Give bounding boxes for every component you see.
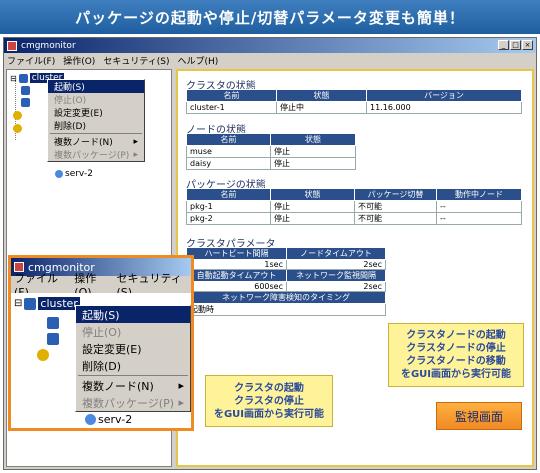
top-banner: パッケージの起動や停止/切替パラメータ変更も簡単！ xyxy=(0,0,540,34)
col-header: 動作中ノード xyxy=(436,188,522,201)
zoom-menu-item-delete[interactable]: 削除(D) xyxy=(76,357,190,374)
zoom-tree-root[interactable]: ⊟ cluster xyxy=(14,297,80,310)
menu-item-edit[interactable]: 設定変更(E) xyxy=(48,106,144,119)
cluster-status-table: 名前 状態 バージョン cluster-1 停止中 11.16.000 xyxy=(186,89,522,114)
menu-operation[interactable]: 操作(O) xyxy=(63,54,95,67)
context-menu: 起動(S) 停止(O) 設定変更(E) 削除(D) 複数ノード(N) ▸ 複数パッ… xyxy=(47,79,145,162)
submenu-arrow-icon: ▸ xyxy=(178,379,184,392)
zoom-menu-item-stop[interactable]: 停止(O) xyxy=(76,323,190,340)
tree-leaf[interactable]: serv-2 xyxy=(55,169,93,179)
zoom-inset: cmgmonitor ファイル(F) 操作(O) セキュリティ(S) ⊟ clu… xyxy=(8,255,194,431)
col-header: 状態 xyxy=(270,188,355,201)
tree-package-item[interactable] xyxy=(13,124,22,133)
zoom-menu-item-edit[interactable]: 設定変更(E) xyxy=(76,340,190,357)
minimize-button[interactable]: _ xyxy=(498,40,509,50)
zoom-tree-package-group[interactable] xyxy=(37,349,49,361)
serv-icon xyxy=(55,170,63,178)
node-icon xyxy=(21,98,30,107)
window-title: cmgmonitor xyxy=(21,40,76,51)
table-row: pkg-1 停止 不可能 -- xyxy=(186,200,522,213)
zoom-context-menu: 起動(S) 停止(O) 設定変更(E) 削除(D) 複数ノード(N) ▸ 複数パッ… xyxy=(75,305,191,412)
col-header: 名前 xyxy=(186,89,277,102)
banner-text: パッケージの起動や停止/切替パラメータ変更も簡単！ xyxy=(75,8,465,27)
tree-leaf-label[interactable]: serv-2 xyxy=(65,169,93,179)
app-logo-icon xyxy=(7,40,17,51)
zoom-tree-panel: ⊟ cluster serv-2 起動(S) 停止(O) 設定変更(E) 削除(… xyxy=(11,293,191,428)
col-header: パッケージ切替 xyxy=(354,188,437,201)
cluster-icon xyxy=(24,297,37,310)
menu-item-stop[interactable]: 停止(O) xyxy=(48,93,144,106)
monitor-screen-button[interactable]: 監視画面 xyxy=(436,402,522,430)
menu-help[interactable]: ヘルプ(H) xyxy=(178,54,219,67)
zoom-tree-node-1[interactable] xyxy=(47,317,59,329)
zoom-tree-node-2[interactable] xyxy=(47,333,59,345)
col-header: 状態 xyxy=(276,89,367,102)
package-icon xyxy=(37,349,49,361)
col-header: 状態 xyxy=(270,133,356,146)
callout-cluster: クラスタの起動 クラスタの停止 をGUI画面から実行可能 xyxy=(205,375,333,427)
menu-file[interactable]: ファイル(F) xyxy=(7,54,55,67)
node-icon xyxy=(47,333,59,345)
zoom-menu-item-multi-package[interactable]: 複数パッケージ(P) ▸ xyxy=(76,394,190,411)
zoom-menu-item-multi-node[interactable]: 複数ノード(N) ▸ xyxy=(76,377,190,394)
zoom-menu-item-start[interactable]: 起動(S) xyxy=(76,306,190,323)
package-icon xyxy=(13,124,22,133)
menu-bar: ファイル(F) 操作(O) セキュリティ(S) ヘルプ(H) xyxy=(4,53,536,67)
zoom-tree-root-label[interactable]: cluster xyxy=(38,297,80,310)
zoom-menu-bar: ファイル(F) 操作(O) セキュリティ(S) xyxy=(11,272,191,299)
tree-node-2[interactable] xyxy=(21,98,30,107)
tree-package-group[interactable] xyxy=(13,111,22,120)
close-button[interactable]: × xyxy=(522,40,533,50)
node-status-table: 名前 状態 muse 停止 daisy 停止 xyxy=(186,133,356,170)
table-row: 起動時 xyxy=(186,303,386,316)
package-status-table: 名前 状態 パッケージ切替 動作中ノード pkg-1 停止 不可能 -- pkg-2 停… xyxy=(186,188,522,225)
submenu-arrow-icon: ▸ xyxy=(133,136,138,147)
collapse-icon[interactable]: ⊟ xyxy=(10,74,17,83)
menu-separator xyxy=(78,375,188,376)
menu-item-delete[interactable]: 削除(D) xyxy=(48,119,144,132)
cluster-icon xyxy=(18,73,28,83)
zoom-tree-leaf-label[interactable]: serv-2 xyxy=(98,413,132,426)
collapse-icon[interactable]: ⊟ xyxy=(14,298,22,309)
menu-item-start[interactable]: 起動(S) xyxy=(48,80,144,93)
submenu-arrow-icon: ▸ xyxy=(178,396,184,409)
menu-item-multi-node[interactable]: 複数ノード(N) ▸ xyxy=(48,135,144,149)
serv-icon xyxy=(85,414,96,425)
menu-security[interactable]: セキュリティ(S) xyxy=(103,54,169,67)
menu-item-multi-package[interactable]: 複数パッケージ(P) ▸ xyxy=(48,148,144,162)
node-icon xyxy=(21,86,30,95)
col-header: バージョン xyxy=(366,89,522,102)
menu-separator xyxy=(50,133,142,134)
cluster-params-table: ハートビート間隔 ノードタイムアウト 1sec 2sec 自動起動タイムアウト ネット… xyxy=(186,247,386,316)
col-header: 名前 xyxy=(186,188,271,201)
col-header: 名前 xyxy=(186,133,271,146)
callout-node: クラスタノードの起動 クラスタノードの停止 クラスタノードの移動 をGUI画面か… xyxy=(388,323,524,387)
table-row: 1sec 2sec xyxy=(186,259,386,270)
table-row: pkg-2 停止 不可能 -- xyxy=(186,212,522,225)
table-row: muse 停止 xyxy=(186,145,356,158)
table-row: 600sec 2sec xyxy=(186,281,386,292)
node-icon xyxy=(47,317,59,329)
title-bar: cmgmonitor xyxy=(4,38,536,53)
table-row: daisy 停止 xyxy=(186,157,356,170)
window-controls: _ □ × xyxy=(498,40,533,50)
submenu-arrow-icon: ▸ xyxy=(133,149,138,160)
package-icon xyxy=(13,111,22,120)
table-row: cluster-1 停止中 11.16.000 xyxy=(186,101,522,114)
zoom-tree-leaf[interactable]: serv-2 xyxy=(85,413,132,426)
maximize-button[interactable]: □ xyxy=(510,40,521,50)
tree-node-1[interactable] xyxy=(21,86,30,95)
